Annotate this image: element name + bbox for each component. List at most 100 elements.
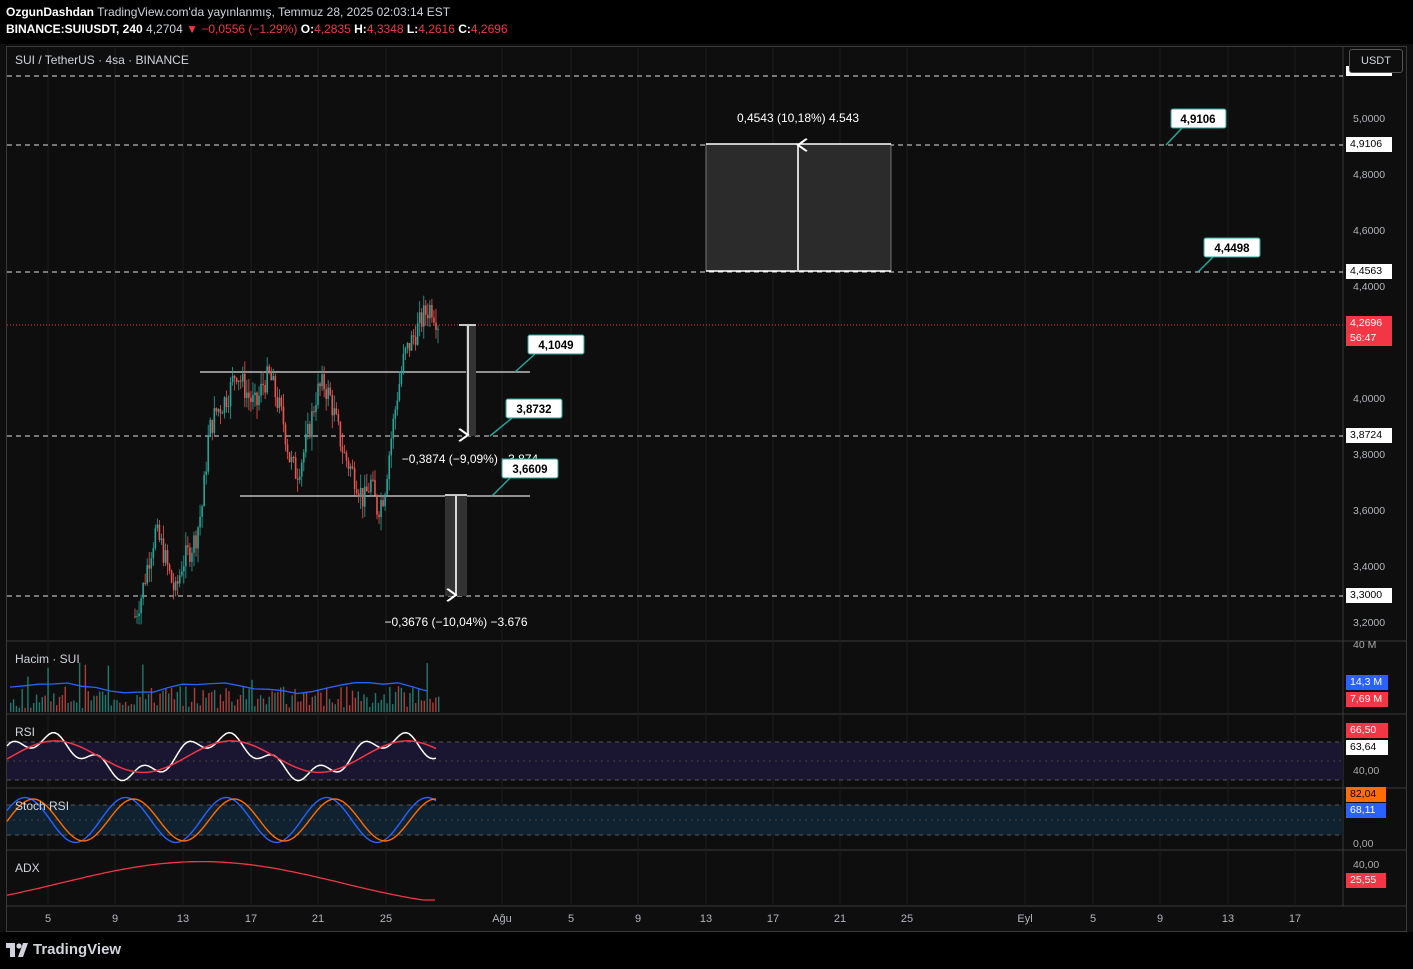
volume-bar [392,704,394,712]
candle-body [272,376,275,381]
volume-bar [346,686,348,712]
volume-bar [32,703,35,712]
candle-body [237,380,240,382]
volume-bar [300,701,302,712]
candle-body [225,397,228,407]
candle-body [300,462,303,477]
candle-body [321,374,323,387]
volume-bar [265,704,268,712]
volume-bar [380,699,382,712]
time-axis[interactable]: 5 9 13 17 21 25 Ağu 5 9 13 17 21 25 Eyl 5 9 13 17 [45,913,1301,925]
candle-body [339,421,342,447]
candle-body [345,452,348,461]
candle-body [158,524,161,540]
time-tick: 5 [568,913,574,925]
currency-button[interactable]: USDT [1349,49,1403,73]
volume-bar [84,664,87,712]
candle-body [290,457,293,463]
volume-bar [320,692,322,712]
price-tick: 4,0000 [1353,393,1385,405]
volume-bar [371,702,374,712]
volume-bar [271,691,273,712]
volume-bar [47,667,49,712]
candle-body [176,581,179,584]
candle-body [156,524,159,529]
volume-bar [35,694,38,712]
candle-body [416,323,419,345]
candle-body [380,500,382,518]
time-tick: 21 [834,913,846,925]
volume-bar [96,695,98,712]
candle-body [355,489,358,494]
volume-bar [323,705,325,712]
candle-body [187,545,189,548]
candle-body [213,408,216,433]
adx-axis-tick: 40,00 [1353,859,1379,871]
candle-body [217,409,220,412]
candle-body [392,418,395,439]
time-tick: 17 [245,913,257,925]
volume-bar [354,697,357,712]
stoch-title[interactable]: Stoch RSI [15,799,69,813]
volume-bar [196,703,199,712]
tradingview-logo[interactable]: TradingView [6,941,121,958]
candle-body [244,373,246,398]
volume-bar [116,700,118,712]
candle-body [250,397,252,402]
callout-3-6609-text: 3,6609 [512,464,547,476]
volume-bar [394,692,397,712]
volume-bar [99,691,101,712]
adx-title[interactable]: ADX [15,861,40,875]
candle-body [361,487,364,507]
volume-bar [10,702,12,712]
volume-bar [262,698,265,712]
candle-body [412,335,415,337]
candle-body [207,436,210,472]
time-tick: 9 [1157,913,1163,925]
candle-body [276,397,279,408]
volume-bar [386,703,388,712]
candle-body [199,516,201,528]
volume-bar [170,688,173,712]
price-axis[interactable]: 5,0000 4,8000 4,6000 4,4000 4,0000 3,8000 3,60… [1353,113,1385,629]
volume-bar [340,687,342,712]
time-tick: 25 [380,913,392,925]
volume-bar [288,707,291,712]
footer [0,932,1413,969]
candle-body [327,387,329,399]
candle-body [174,581,177,591]
volume-bar [156,705,158,712]
volume-bar [153,702,156,712]
candle-body [172,582,175,591]
candle-body [219,409,222,414]
volume-bar [305,691,308,712]
candle-body [252,395,254,402]
candle-body [398,383,401,401]
candle-body [384,494,386,507]
time-tick: 17 [767,913,779,925]
candle-body [146,565,149,584]
chart-canvas[interactable]: 0,4543 (10,18%) 4.543 −0,3874 (−9,09%) −… [0,0,1413,969]
volume-bar [302,692,305,712]
volume-bar [136,695,138,712]
volume-bar [432,702,434,712]
candle-body [317,383,319,406]
rsi-title[interactable]: RSI [15,725,35,739]
candle-body [302,452,305,463]
candle-body [286,444,289,453]
measure-label-up: 0,4543 (10,18%) 4.543 [737,111,859,125]
volume-ma-line [9,682,427,695]
candle-body [408,342,411,351]
time-tick: 5 [1090,913,1096,925]
price-label-3-8724: 3,8724 [1346,428,1392,443]
candle-body [363,486,366,507]
volume-bar [222,701,224,712]
candle-body [239,380,242,382]
time-tick: 17 [1289,913,1301,925]
volume-title[interactable]: Hacim · SUI [15,652,80,666]
price-label-4-9106: 4,9106 [1346,137,1392,152]
time-tick: Ağu [492,913,512,925]
volume-bar [64,686,66,712]
candle-body [400,371,403,384]
volume-bar [268,696,270,712]
